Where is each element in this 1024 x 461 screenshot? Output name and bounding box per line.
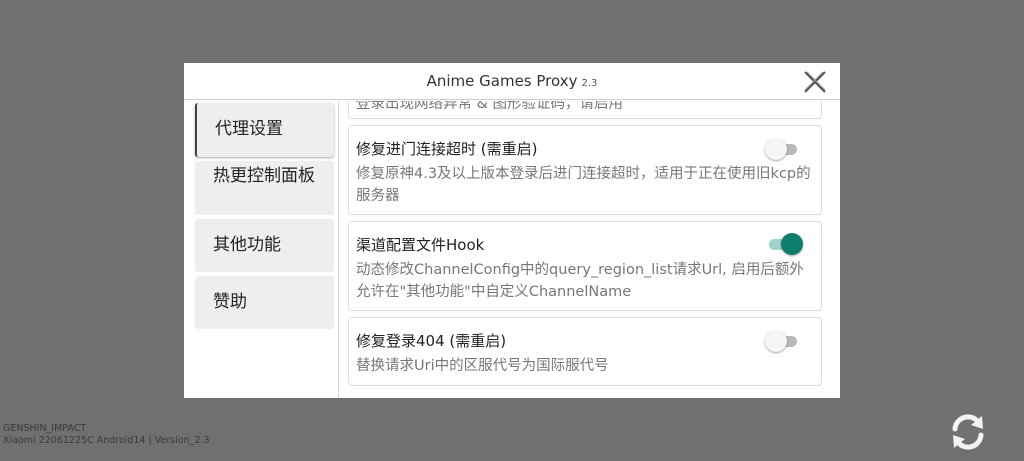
device-version: Xiaomi 22061225C Android14 | Version_2.3 [3, 435, 210, 446]
sidebar-item-other-features[interactable]: 其他功能 [195, 219, 334, 272]
sidebar-divider [338, 101, 339, 398]
sidebar-item-proxy-settings[interactable]: 代理设置 [195, 103, 334, 157]
dialog-version: 2.3 [581, 78, 598, 89]
toggle-knob [765, 138, 787, 160]
sidebar: 代理设置 热更控制面板 其他功能 赞助 [192, 101, 338, 398]
toggle-channel-config-hook[interactable] [765, 232, 803, 256]
toggle-knob [765, 330, 787, 352]
toggle-knob [781, 233, 803, 255]
refresh-icon [952, 414, 984, 450]
close-button[interactable] [802, 69, 828, 95]
sidebar-item-label: 代理设置 [215, 119, 283, 139]
sidebar-item-hotfix-panel[interactable]: 热更控制面板 [195, 161, 334, 215]
setting-title: 修复进门连接超时 (需重启) [356, 140, 538, 158]
setting-title: 修复登录404 (需重启) [356, 332, 507, 350]
setting-card-channel-config-hook: 渠道配置文件Hook 动态修改ChannelConfig中的query_regi… [348, 221, 822, 311]
setting-description: 动态修改ChannelConfig中的query_region_list请求Ur… [356, 262, 804, 300]
setting-card-fix-gate-timeout: 修复进门连接超时 (需重启) 修复原神4.3及以上版本登录后进门连接超时，适用于… [348, 125, 822, 215]
refresh-button[interactable] [948, 412, 988, 452]
setting-title: 渠道配置文件Hook [356, 236, 485, 254]
dialog-title-text: Anime Games Proxy [426, 72, 578, 90]
close-icon [804, 71, 826, 93]
setting-description: 登录出现网络异常 & 图形验证码，请启用 [356, 101, 624, 112]
setting-card-fix-login-404: 修复登录404 (需重启) 替换请求Uri中的区服代号为国际服代号 [348, 317, 822, 386]
settings-list[interactable]: 登录出现网络异常 & 图形验证码，请启用 修复进门连接超时 (需重启) 修复原神… [348, 101, 824, 398]
dialog-header: Anime Games Proxy 2.3 [184, 63, 840, 100]
setting-card: 登录出现网络异常 & 图形验证码，请启用 [348, 101, 822, 119]
setting-description: 替换请求Uri中的区服代号为国际服代号 [356, 358, 609, 374]
device-info: GENSHIN_IMPACT Xiaomi 22061225C Android1… [3, 423, 210, 447]
sidebar-item-label: 赞助 [213, 292, 247, 312]
sidebar-item-sponsor[interactable]: 赞助 [195, 276, 334, 329]
sidebar-item-label: 热更控制面板 [213, 166, 315, 186]
settings-dialog: Anime Games Proxy 2.3 代理设置 热更控制面板 其他功能 赞助… [184, 63, 840, 398]
setting-description: 修复原神4.3及以上版本登录后进门连接超时，适用于正在使用旧kcp的服务器 [356, 166, 811, 204]
toggle-fix-login-404[interactable] [765, 329, 803, 353]
toggle-fix-gate-timeout[interactable] [765, 137, 803, 161]
dialog-title: Anime Games Proxy 2.3 [184, 72, 840, 90]
sidebar-item-label: 其他功能 [213, 235, 281, 255]
game-name: GENSHIN_IMPACT [3, 423, 87, 434]
